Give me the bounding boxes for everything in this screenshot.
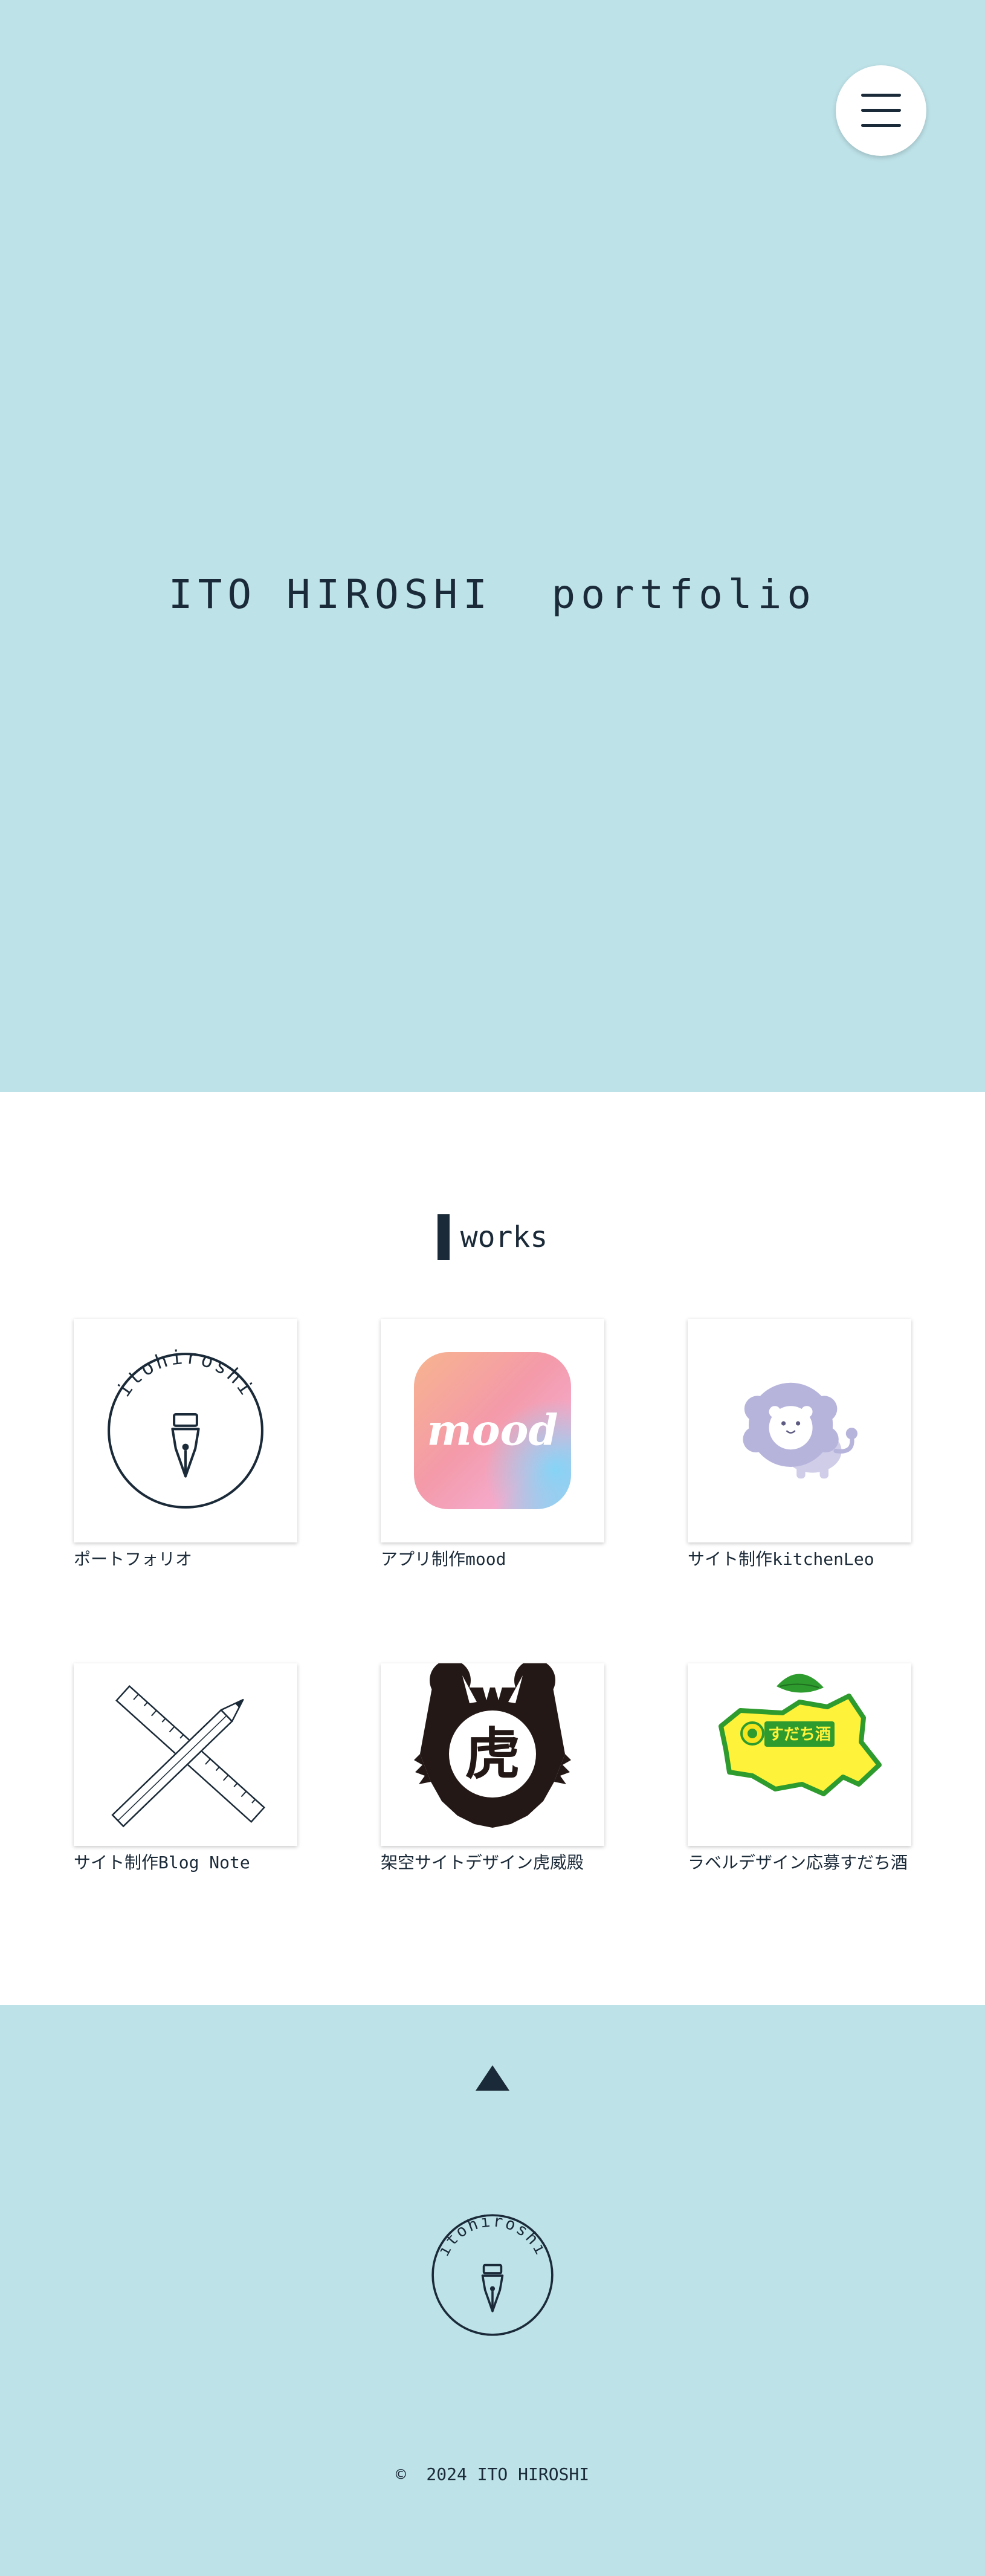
hamburger-menu-icon xyxy=(861,109,901,112)
works-heading: works xyxy=(0,1213,985,1261)
svg-text:すだち酒: すだち酒 xyxy=(768,1726,831,1744)
hamburger-menu-icon xyxy=(861,94,901,97)
lion-illustration xyxy=(743,1382,857,1479)
work-caption[interactable]: ラベルデザイン応募すだち酒 xyxy=(688,1849,911,1874)
work-card-blognote[interactable]: サイト制作Blog Note xyxy=(74,1663,297,1874)
work-card-portfolio[interactable]: itohiroshi ポートフォリオ xyxy=(74,1319,297,1570)
hamburger-menu-icon xyxy=(861,124,901,127)
svg-text:mood: mood xyxy=(427,1405,558,1455)
work-caption[interactable]: サイト制作kitchenLeo xyxy=(688,1546,911,1570)
tiger-emblem-logo: 虎 xyxy=(414,1663,571,1828)
itohiroshi-logo: itohiroshi xyxy=(431,2213,554,2336)
work-thumbnail[interactable]: mood xyxy=(381,1319,604,1542)
work-card-kitchenleo[interactable]: サイト制作kitchenLeo xyxy=(688,1319,911,1570)
hero-title: ITO HIROSHI portfolio xyxy=(168,571,817,618)
svg-text:itohiroshi: itohiroshi xyxy=(112,1349,259,1401)
mood-app-logo: mood xyxy=(414,1352,571,1509)
sudachi-label-logo: すだち酒 xyxy=(719,1674,882,1796)
triangle-up-icon[interactable] xyxy=(474,2058,511,2094)
menu-button[interactable] xyxy=(836,65,926,156)
work-thumbnail[interactable]: itohiroshi xyxy=(74,1319,297,1542)
work-caption[interactable]: 架空サイトデザイン虎威殿 xyxy=(381,1849,604,1874)
footer-section: itohiroshi © 2024 ITO HIROSHI xyxy=(0,2005,985,2576)
svg-text:itohiroshi: itohiroshi xyxy=(434,2213,551,2259)
work-thumbnail[interactable] xyxy=(688,1319,911,1542)
copyright-text: © 2024 ITO HIROSHI xyxy=(395,2464,590,2484)
work-card-mood[interactable]: mood アプリ制作mood xyxy=(381,1319,604,1570)
work-caption[interactable]: アプリ制作mood xyxy=(381,1546,604,1570)
ruler-pencil-icon xyxy=(111,1684,265,1828)
work-card-tiger[interactable]: 虎 架空サイトデザイン虎威殿 xyxy=(381,1663,604,1874)
works-heading-text: works xyxy=(460,1220,548,1254)
heading-bar-icon xyxy=(437,1214,450,1260)
work-caption[interactable]: ポートフォリオ xyxy=(74,1546,297,1570)
hero-section: ITO HIROSHI portfolio xyxy=(0,0,985,1092)
work-thumbnail[interactable]: 虎 xyxy=(381,1663,604,1846)
works-section: works itohiroshi ポートフォリオ mood アプリ制作mood … xyxy=(0,1092,985,2005)
fountain-pen-nib-logo: itohiroshi xyxy=(108,1349,263,1509)
work-caption[interactable]: サイト制作Blog Note xyxy=(74,1849,297,1874)
work-thumbnail[interactable]: すだち酒 xyxy=(688,1663,911,1846)
svg-text:虎: 虎 xyxy=(465,1722,520,1787)
work-card-sudachi[interactable]: すだち酒 ラベルデザイン応募すだち酒 xyxy=(688,1663,911,1874)
work-thumbnail[interactable] xyxy=(74,1663,297,1846)
